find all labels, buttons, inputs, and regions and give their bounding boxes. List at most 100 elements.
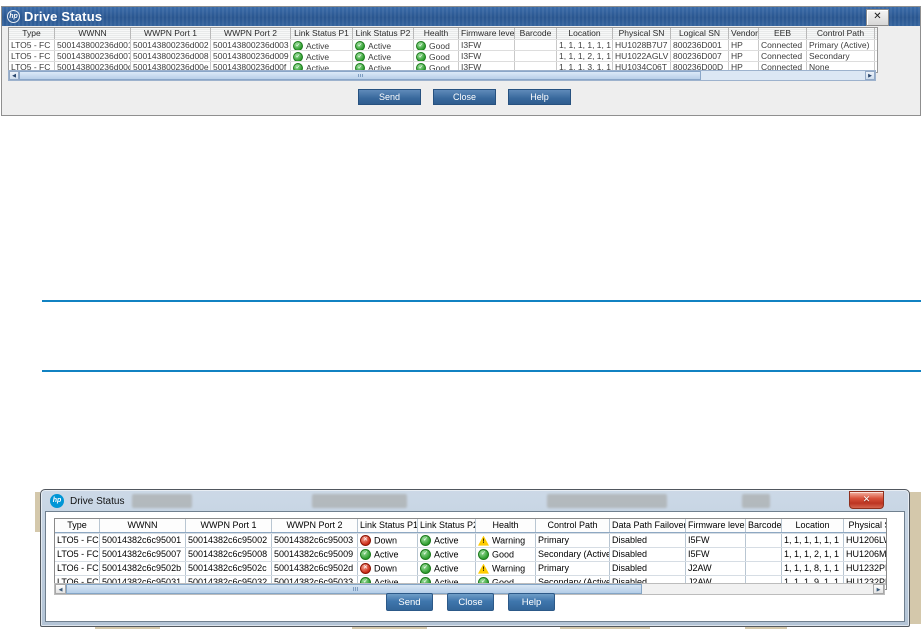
status-text: Active	[306, 41, 329, 50]
close-icon[interactable]: ✕	[849, 491, 884, 509]
scrollbar-thumb[interactable]	[19, 71, 701, 80]
close-button[interactable]: Close	[433, 89, 496, 105]
title-bar[interactable]: hp Drive Status	[42, 491, 908, 511]
status-ok-icon: ✓	[355, 41, 365, 50]
table-cell: HU1022AGLV	[613, 51, 671, 61]
scrollbar-thumb[interactable]	[66, 584, 642, 594]
column-header[interactable]: Health	[476, 519, 536, 532]
column-header[interactable]: Vendor	[729, 28, 759, 39]
column-header[interactable]: WWPN Port 1	[186, 519, 272, 532]
scrollbar-track[interactable]	[642, 584, 873, 594]
column-header[interactable]: Barcode	[746, 519, 782, 532]
table-row[interactable]: LTO5 - FC500143800236d007500143800236d00…	[9, 50, 877, 61]
drive-status-table: TypeWWNNWWPN Port 1WWPN Port 2Link Statu…	[55, 519, 886, 589]
column-header[interactable]: EEB	[759, 28, 807, 39]
table-cell: Disabled	[610, 534, 686, 547]
column-header[interactable]: Type	[55, 519, 100, 532]
status-warn-icon: !	[478, 564, 489, 574]
table-cell: Disabled	[610, 562, 686, 575]
status-text: Good	[429, 41, 450, 50]
column-header[interactable]: Location	[557, 28, 613, 39]
column-header[interactable]: Firmware level	[686, 519, 746, 532]
table-cell: 50014382c6c95008	[186, 548, 272, 561]
drive-status-dialog-bottom: hp Drive Status ✕ TypeWWNNWWPN Port 1WWP…	[40, 489, 910, 627]
table-cell: 50014382c6c9502b	[100, 562, 186, 575]
column-header[interactable]: WWPN Port 2	[211, 28, 291, 39]
table-cell: ✓Active	[353, 51, 414, 61]
status-ok-icon: ✓	[416, 41, 426, 50]
column-header[interactable]: WWPN Port 2	[272, 519, 358, 532]
table-cell: LTO5 - FC	[55, 548, 100, 561]
table-cell: 1, 1, 1, 8, 1, 1	[782, 562, 844, 575]
column-header[interactable]: Health	[414, 28, 459, 39]
horizontal-scrollbar[interactable]: ◀ ▶	[8, 70, 876, 81]
status-error-icon: ✕	[360, 563, 371, 574]
table-cell: Primary (Active)	[807, 40, 875, 50]
send-button[interactable]: Send	[386, 593, 433, 611]
column-header[interactable]: WWNN	[55, 28, 131, 39]
scroll-left-icon[interactable]: ◀	[55, 584, 66, 594]
scroll-right-icon[interactable]: ▶	[865, 71, 875, 80]
column-header[interactable]: Barcode	[515, 28, 557, 39]
status-ok-icon: ✓	[355, 52, 365, 61]
column-header[interactable]: Control Path	[536, 519, 610, 532]
table-cell: LTO6 - FC	[55, 562, 100, 575]
table-cell: Connected	[759, 51, 807, 61]
dialog-title: Drive Status	[70, 496, 124, 507]
table-row[interactable]: LTO6 - FC50014382c6c9502b 50014382c6c9502…	[55, 561, 887, 575]
column-header[interactable]: Data Path Failover	[610, 519, 686, 532]
table-row[interactable]: LTO5 - FC50014382c6c9500750014382c6c9500…	[55, 547, 887, 561]
title-bar[interactable]: hp Drive Status	[2, 7, 920, 26]
scroll-right-icon[interactable]: ▶	[873, 584, 884, 594]
table-cell: 500143800236d002	[131, 40, 211, 50]
table-cell: ✕Down	[358, 534, 418, 547]
table-cell: ✓Good	[414, 40, 459, 50]
table-cell: HP	[729, 40, 759, 50]
column-header[interactable]: Physical S	[844, 519, 887, 532]
status-ok-icon: ✓	[420, 563, 431, 574]
drive-status-table: TypeWWNNWWPN Port 1WWPN Port 2Link Statu…	[8, 27, 878, 73]
close-button[interactable]: Close	[447, 593, 494, 611]
help-button[interactable]: Help	[508, 89, 571, 105]
table-cell: ✓Active	[418, 548, 476, 561]
column-header[interactable]: Link Status P2	[418, 519, 476, 532]
table-cell: 500143800236d003	[211, 40, 291, 50]
scroll-left-icon[interactable]: ◀	[9, 71, 19, 80]
column-header[interactable]: Control Path	[807, 28, 875, 39]
status-text: Good	[429, 52, 450, 61]
table-row[interactable]: LTO5 - FC500143800236d001500143800236d00…	[9, 39, 877, 50]
help-button[interactable]: Help	[508, 593, 555, 611]
table-cell: ✕Down	[358, 562, 418, 575]
status-text: Active	[374, 550, 399, 560]
column-header[interactable]: Location	[782, 519, 844, 532]
scrollbar-track[interactable]	[701, 71, 865, 80]
background-bleed	[547, 494, 667, 508]
column-header[interactable]: Physical SN	[613, 28, 671, 39]
column-header[interactable]: Link Status P1	[291, 28, 353, 39]
hp-logo-icon: hp	[50, 494, 64, 508]
table-cell	[746, 534, 782, 547]
column-header[interactable]: Link Status P1	[358, 519, 418, 532]
status-text: Active	[368, 52, 391, 61]
status-ok-icon: ✓	[420, 535, 431, 546]
column-header[interactable]: Type	[9, 28, 55, 39]
background-bleed	[742, 494, 770, 508]
scrollbar-grip	[358, 74, 363, 77]
status-warn-icon: !	[478, 536, 489, 546]
column-header[interactable]: WWNN	[100, 519, 186, 532]
column-header[interactable]: Firmware level	[459, 28, 515, 39]
column-header[interactable]: WWPN Port 1	[131, 28, 211, 39]
table-cell: I5FW	[686, 548, 746, 561]
status-text: Warning	[492, 564, 525, 574]
table-cell: J2AW	[686, 562, 746, 575]
send-button[interactable]: Send	[358, 89, 421, 105]
column-header[interactable]: Link Status P2	[353, 28, 414, 39]
scrollbar-grip	[353, 587, 358, 591]
column-header[interactable]: Logical SN	[671, 28, 729, 39]
close-icon[interactable]: ✕	[866, 9, 889, 26]
table-row[interactable]: LTO5 - FC50014382c6c9500150014382c6c9500…	[55, 533, 887, 547]
table-cell: 50014382c6c9502d	[272, 562, 358, 575]
table-cell: 1, 1, 1, 1, 1, 1	[557, 40, 613, 50]
background-bleed	[312, 494, 407, 508]
table-cell	[515, 40, 557, 50]
